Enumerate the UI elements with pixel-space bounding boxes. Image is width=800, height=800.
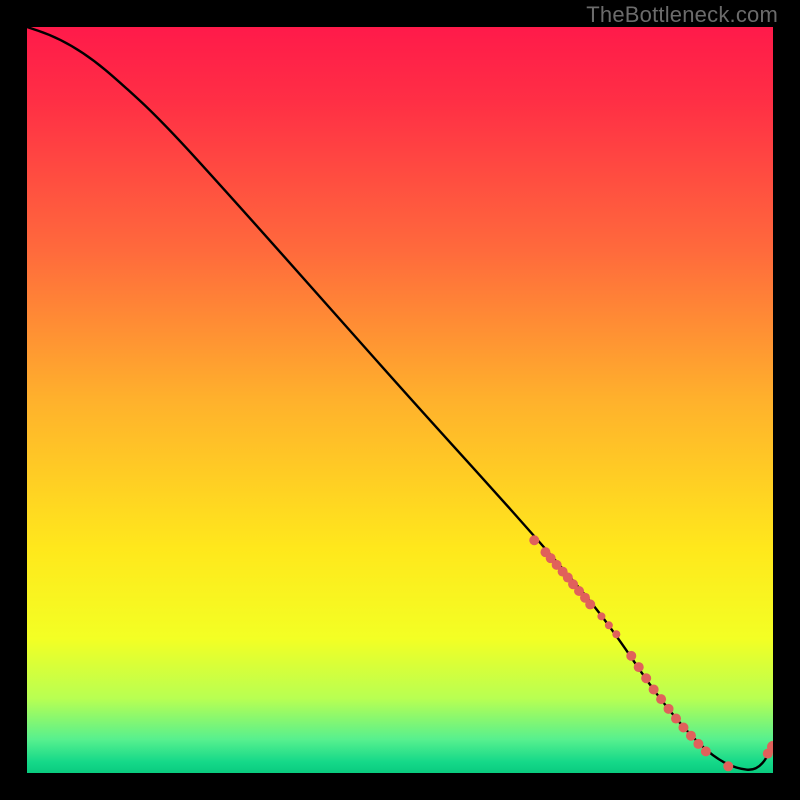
data-marker [641,673,651,683]
watermark-text: TheBottleneck.com [586,2,778,28]
data-marker [664,704,674,714]
data-marker [678,722,688,732]
data-marker [634,662,644,672]
data-marker [701,746,711,756]
data-marker [612,630,620,638]
plot-svg [27,27,773,773]
data-marker [605,621,613,629]
data-marker [597,612,605,620]
data-marker [656,694,666,704]
data-marker [693,739,703,749]
data-marker [686,731,696,741]
data-marker [529,535,539,545]
data-marker [723,761,733,771]
plot-area [27,27,773,773]
data-marker [626,651,636,661]
gradient-background [27,27,773,773]
data-marker [585,599,595,609]
data-marker [649,684,659,694]
chart-frame: TheBottleneck.com [0,0,800,800]
data-marker [671,714,681,724]
